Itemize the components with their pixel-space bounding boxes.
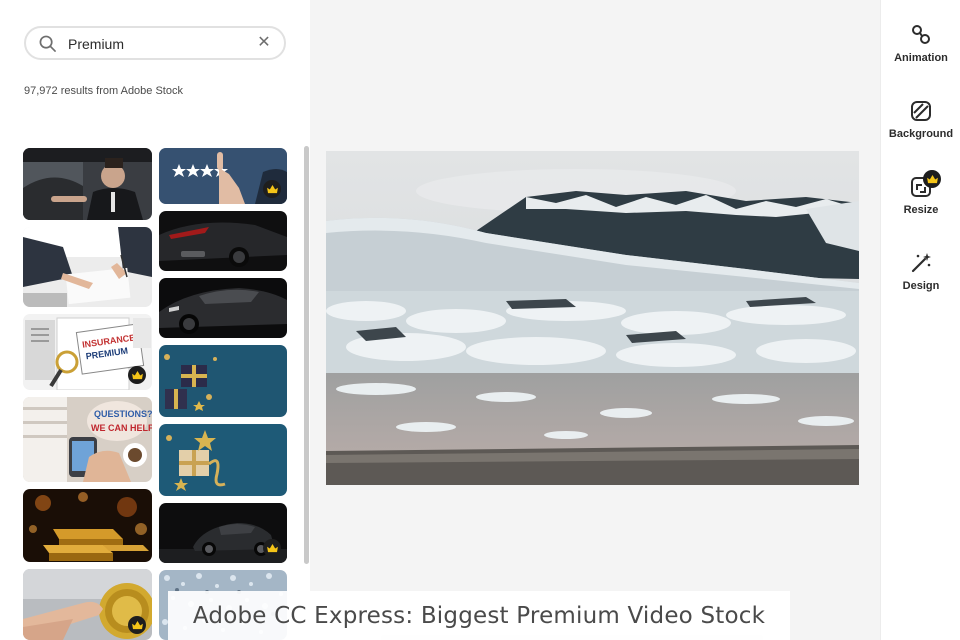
- resize-button[interactable]: Resize: [881, 170, 960, 216]
- background-icon: [911, 101, 931, 121]
- stock-thumbnail[interactable]: [23, 227, 152, 307]
- stock-thumbnail[interactable]: [159, 345, 287, 417]
- premium-crown-icon: [263, 539, 281, 557]
- stock-thumbnail[interactable]: [23, 148, 152, 220]
- premium-crown-icon: [923, 170, 941, 188]
- results-count: 97,972 results from Adobe Stock: [24, 85, 183, 97]
- premium-crown-icon: [263, 180, 281, 198]
- background-label: Background: [888, 128, 954, 140]
- thumbnail-text-questions: QUESTIONS?: [94, 409, 152, 419]
- right-toolbar: Animation Background Resize Design: [880, 0, 960, 640]
- search-panel: ✕ 97,972 results from Adobe Stock: [0, 0, 310, 640]
- premium-crown-icon: [128, 366, 146, 384]
- stock-thumbnail[interactable]: [159, 148, 287, 204]
- stock-thumbnail[interactable]: [23, 569, 152, 640]
- stock-thumbnail[interactable]: [23, 489, 152, 562]
- premium-crown-icon: [128, 616, 146, 634]
- search-box[interactable]: ✕: [24, 26, 286, 60]
- search-input[interactable]: [68, 33, 248, 55]
- animation-icon: [912, 25, 930, 44]
- clear-icon[interactable]: ✕: [256, 35, 272, 51]
- panel-scrollbar[interactable]: [304, 146, 309, 564]
- design-wand-icon: [911, 253, 931, 273]
- stock-thumbnail[interactable]: INSURANCE PREMIUM: [23, 314, 152, 390]
- search-icon: [39, 35, 56, 52]
- stock-thumbnail[interactable]: QUESTIONS? WE CAN HELP!: [23, 397, 152, 482]
- background-button[interactable]: Background: [881, 100, 960, 140]
- resize-label: Resize: [903, 204, 939, 216]
- canvas-image[interactable]: [326, 151, 859, 485]
- animation-button[interactable]: Animation: [881, 24, 960, 64]
- stock-thumbnail[interactable]: [159, 424, 287, 496]
- design-label: Design: [902, 280, 940, 292]
- video-caption: Adobe CC Express: Biggest Premium Video …: [168, 591, 790, 640]
- design-button[interactable]: Design: [881, 252, 960, 292]
- stock-thumbnail[interactable]: [159, 503, 287, 563]
- stock-thumbnail[interactable]: [159, 211, 287, 271]
- animation-label: Animation: [894, 52, 948, 64]
- stock-thumbnail[interactable]: [159, 278, 287, 338]
- thumbnail-text-help: WE CAN HELP!: [91, 423, 152, 433]
